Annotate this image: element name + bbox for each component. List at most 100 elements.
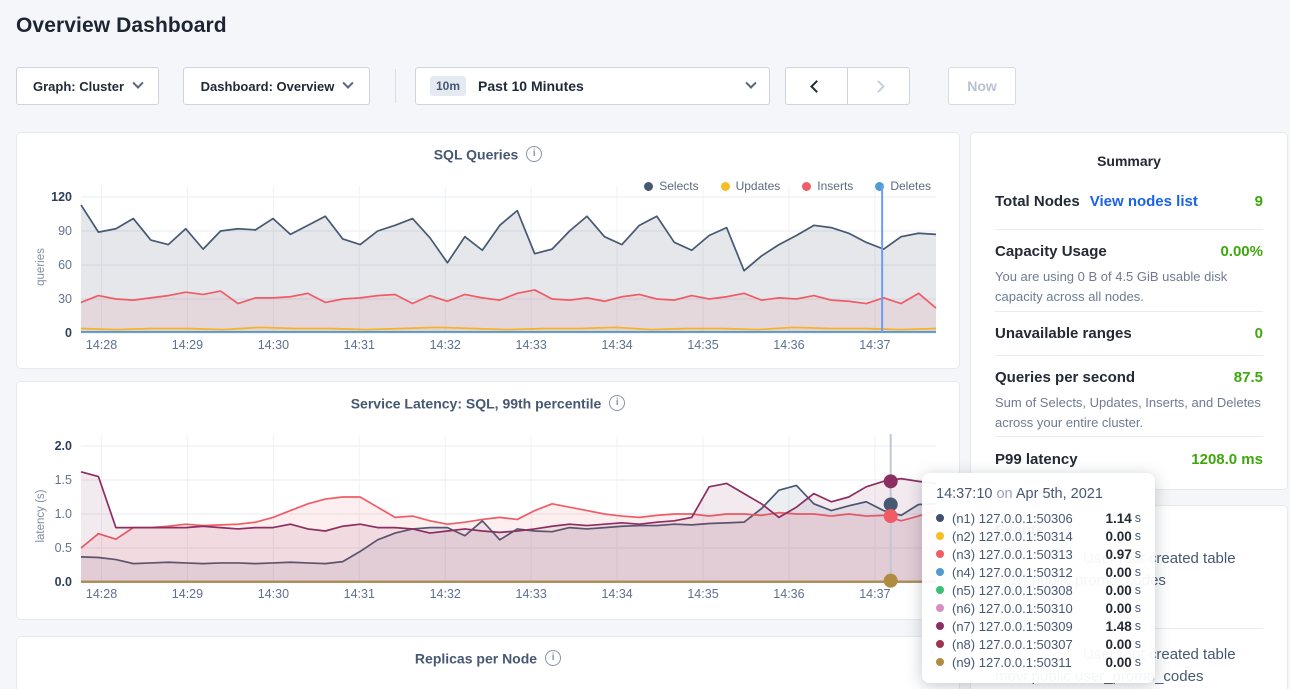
tooltip-value-unit: s	[1135, 619, 1141, 633]
y-tick-label: 60	[58, 258, 72, 272]
x-tick-label: 14:36	[773, 587, 804, 601]
summary-panel: Summary Total Nodes View nodes list 9 Ca…	[970, 132, 1288, 490]
view-nodes-list-link[interactable]: View nodes list	[1090, 193, 1198, 210]
chevron-down-icon	[132, 78, 143, 89]
graph-scope-label: Graph: Cluster	[33, 79, 124, 94]
capacity-usage-description: You are using 0 B of 4.5 GiB usable disk…	[995, 267, 1263, 307]
y-tick-label: 90	[58, 224, 72, 238]
node-color-dot-icon	[936, 514, 944, 522]
now-button[interactable]: Now	[948, 67, 1016, 105]
node-color-dot-icon	[936, 622, 944, 630]
x-tick-label: 14:31	[344, 338, 375, 352]
tooltip-value-unit: s	[1135, 601, 1141, 615]
tooltip-row: (n1) 127.0.0.1:503061.14s	[936, 509, 1141, 527]
sql-queries-chart[interactable]: 030609012014:2814:2914:3014:3114:3214:33…	[17, 183, 961, 353]
tooltip-value-unit: s	[1135, 583, 1141, 597]
total-nodes-row: Total Nodes View nodes list 9	[995, 193, 1263, 210]
x-tick-label: 14:36	[773, 338, 804, 352]
divider	[995, 311, 1263, 312]
chart-title-text: Service Latency: SQL, 99th percentile	[351, 395, 602, 411]
divider	[995, 436, 1263, 437]
tooltip-value-unit: s	[1135, 529, 1141, 543]
x-tick-label: 14:37	[859, 338, 890, 352]
tooltip-node-address: (n1) 127.0.0.1:50306	[952, 511, 1105, 526]
info-icon[interactable]: i	[609, 395, 625, 411]
capacity-usage-value: 0.00%	[1220, 243, 1263, 260]
time-range-badge: 10m	[430, 76, 466, 96]
tooltip-row: (n5) 127.0.0.1:503080.00 s	[936, 581, 1141, 599]
chevron-down-icon	[343, 78, 354, 89]
info-icon[interactable]: i	[545, 650, 561, 666]
hover-dot	[884, 509, 898, 523]
tooltip-value-unit: s	[1135, 655, 1141, 669]
queries-per-second-description: Sum of Selects, Updates, Inserts, and De…	[995, 393, 1263, 433]
tooltip-row: (n3) 127.0.0.1:503130.97s	[936, 545, 1141, 563]
node-color-dot-icon	[936, 586, 944, 594]
time-range-dropdown[interactable]: 10m Past 10 Minutes	[415, 67, 770, 105]
x-tick-label: 14:33	[516, 338, 547, 352]
tooltip-date: Apr 5th, 2021	[1016, 486, 1103, 502]
tooltip-node-value: 0.00	[1105, 529, 1131, 544]
unavailable-ranges-value: 0	[1255, 325, 1263, 342]
graph-scope-dropdown[interactable]: Graph: Cluster	[16, 67, 159, 105]
tooltip-value-unit: s	[1135, 637, 1141, 651]
x-tick-label: 14:29	[172, 587, 203, 601]
tooltip-node-value: 0.00	[1105, 655, 1131, 670]
time-next-button[interactable]	[847, 67, 910, 105]
tooltip-value-unit: s	[1135, 511, 1141, 525]
queries-per-second-row: Queries per second 87.5	[995, 369, 1263, 386]
tooltip-node-address: (n5) 127.0.0.1:50308	[952, 583, 1105, 598]
y-tick-label: 0.0	[55, 575, 72, 589]
replicas-per-node-card: Replicas per Nodei	[16, 636, 960, 689]
tooltip-timestamp: 14:37:10 on Apr 5th, 2021	[936, 486, 1141, 502]
tooltip-node-address: (n3) 127.0.0.1:50313	[952, 547, 1105, 562]
tooltip-value-unit: s	[1135, 565, 1141, 579]
tooltip-node-value: 0.00	[1105, 565, 1131, 580]
hover-dot	[884, 474, 898, 488]
tooltip-on: on	[996, 486, 1012, 502]
queries-per-second-label: Queries per second	[995, 369, 1135, 386]
page-title: Overview Dashboard	[16, 14, 227, 38]
capacity-usage-row: Capacity Usage 0.00%	[995, 243, 1263, 260]
time-prev-button[interactable]	[785, 67, 848, 105]
x-tick-label: 14:37	[859, 587, 890, 601]
chart-tooltip: 14:37:10 on Apr 5th, 2021 (n1) 127.0.0.1…	[922, 473, 1155, 683]
tooltip-row: (n9) 127.0.0.1:503110.00 s	[936, 653, 1141, 671]
tooltip-node-address: (n7) 127.0.0.1:50309	[952, 619, 1105, 634]
x-tick-label: 14:34	[601, 587, 632, 601]
hover-dot	[884, 574, 898, 588]
chart-title-text: SQL Queries	[434, 146, 519, 162]
x-tick-label: 14:31	[344, 587, 375, 601]
tooltip-time: 14:37:10	[936, 486, 992, 502]
y-tick-label: 1.0	[55, 507, 72, 521]
info-icon[interactable]: i	[526, 146, 542, 162]
tooltip-rows: (n1) 127.0.0.1:503061.14s(n2) 127.0.0.1:…	[936, 509, 1141, 671]
divider	[995, 229, 1263, 230]
chart-title: Service Latency: SQL, 99th percentile i	[17, 394, 959, 411]
tooltip-node-value: 0.00	[1105, 601, 1131, 616]
capacity-usage-label: Capacity Usage	[995, 243, 1107, 260]
x-tick-label: 14:35	[687, 338, 718, 352]
unavailable-ranges-row: Unavailable ranges 0	[995, 325, 1263, 342]
y-tick-label: 0	[65, 326, 72, 340]
y-tick-label: 1.5	[55, 473, 72, 487]
node-color-dot-icon	[936, 640, 944, 648]
total-nodes-value: 9	[1255, 193, 1263, 210]
summary-title: Summary	[971, 153, 1287, 169]
toolbar-divider	[395, 69, 396, 103]
x-tick-label: 14:32	[430, 587, 461, 601]
service-latency-chart[interactable]: 0.00.51.01.52.014:2814:2914:3014:3114:32…	[17, 432, 961, 602]
tooltip-node-address: (n9) 127.0.0.1:50311	[952, 655, 1105, 670]
tooltip-row: (n6) 127.0.0.1:503100.00 s	[936, 599, 1141, 617]
tooltip-row: (n4) 127.0.0.1:503120.00s	[936, 563, 1141, 581]
tooltip-node-address: (n6) 127.0.0.1:50310	[952, 601, 1105, 616]
queries-per-second-value: 87.5	[1234, 369, 1263, 386]
tooltip-node-value: 0.00	[1105, 583, 1131, 598]
service-latency-card: Service Latency: SQL, 99th percentilei l…	[16, 381, 960, 620]
chevron-left-icon	[810, 80, 823, 93]
divider	[995, 355, 1263, 356]
x-tick-label: 14:30	[258, 338, 289, 352]
dashboard-label: Dashboard: Overview	[201, 79, 335, 94]
dashboard-dropdown[interactable]: Dashboard: Overview	[183, 67, 370, 105]
sql-queries-card: SQL Queriesi SelectsUpdatesInsertsDelete…	[16, 132, 960, 369]
